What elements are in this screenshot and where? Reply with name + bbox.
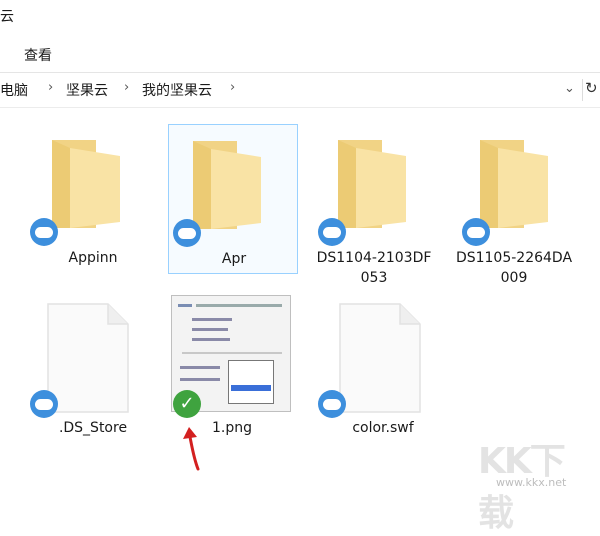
file-label: .DS_Store (58, 420, 128, 436)
breadcrumb-this-pc[interactable]: 此电脑 (0, 80, 28, 100)
breadcrumb-my-jianguoyun[interactable]: 我的坚果云 (142, 80, 212, 100)
ribbon: 查看 (0, 36, 600, 73)
watermark: KK下载 www.kkx.net (478, 432, 594, 534)
watermark-url: www.kkx.net (496, 476, 567, 489)
file-label: color.swf (352, 420, 414, 436)
file-label: Appinn (68, 250, 118, 266)
breadcrumb-separator[interactable]: › (124, 80, 129, 95)
cloud-icon (173, 219, 201, 247)
document-icon (339, 303, 421, 413)
folder-icon (480, 140, 548, 228)
folder-icon (193, 141, 261, 229)
cloud-icon (30, 390, 58, 418)
document-icon (47, 303, 129, 413)
address-divider (582, 79, 583, 101)
address-dropdown-icon[interactable]: ⌄ (564, 81, 575, 96)
cloud-icon (318, 390, 346, 418)
red-arrow-icon (183, 427, 200, 471)
file-ds-store[interactable]: .DS_Store (28, 296, 158, 446)
file-label: DS1105-2264DA009 (455, 250, 573, 286)
folder-apr[interactable]: Apr (168, 124, 298, 274)
context-menu (228, 360, 274, 404)
folder-icon (52, 140, 120, 228)
window-title: 云 (0, 9, 14, 25)
breadcrumb-separator[interactable]: › (48, 80, 53, 95)
folder-icon (338, 140, 406, 228)
breadcrumb-jianguoyun[interactable]: 坚果云 (66, 80, 108, 100)
folder-ds1105[interactable]: DS1105-2264DA009 (456, 124, 588, 286)
address-bar[interactable]: 此电脑 › 坚果云 › 我的坚果云 › ⌄ ↻ (0, 73, 600, 108)
file-label: Apr (221, 251, 247, 267)
breadcrumb-separator[interactable]: › (230, 80, 235, 95)
refresh-icon[interactable]: ↻ (585, 79, 598, 97)
check-icon: ✓ (173, 390, 201, 418)
tab-view[interactable]: 查看 (24, 45, 52, 65)
title-bar: 云 (0, 0, 600, 36)
folder-appinn[interactable]: Appinn (28, 124, 158, 274)
file-label: DS1104-2103DF053 (316, 250, 432, 286)
cloud-icon (30, 218, 58, 246)
file-color-swf[interactable]: color.swf (318, 296, 448, 446)
cloud-icon (318, 218, 346, 246)
cloud-icon (462, 218, 490, 246)
folder-ds1104[interactable]: DS1104-2103DF053 (310, 124, 440, 286)
